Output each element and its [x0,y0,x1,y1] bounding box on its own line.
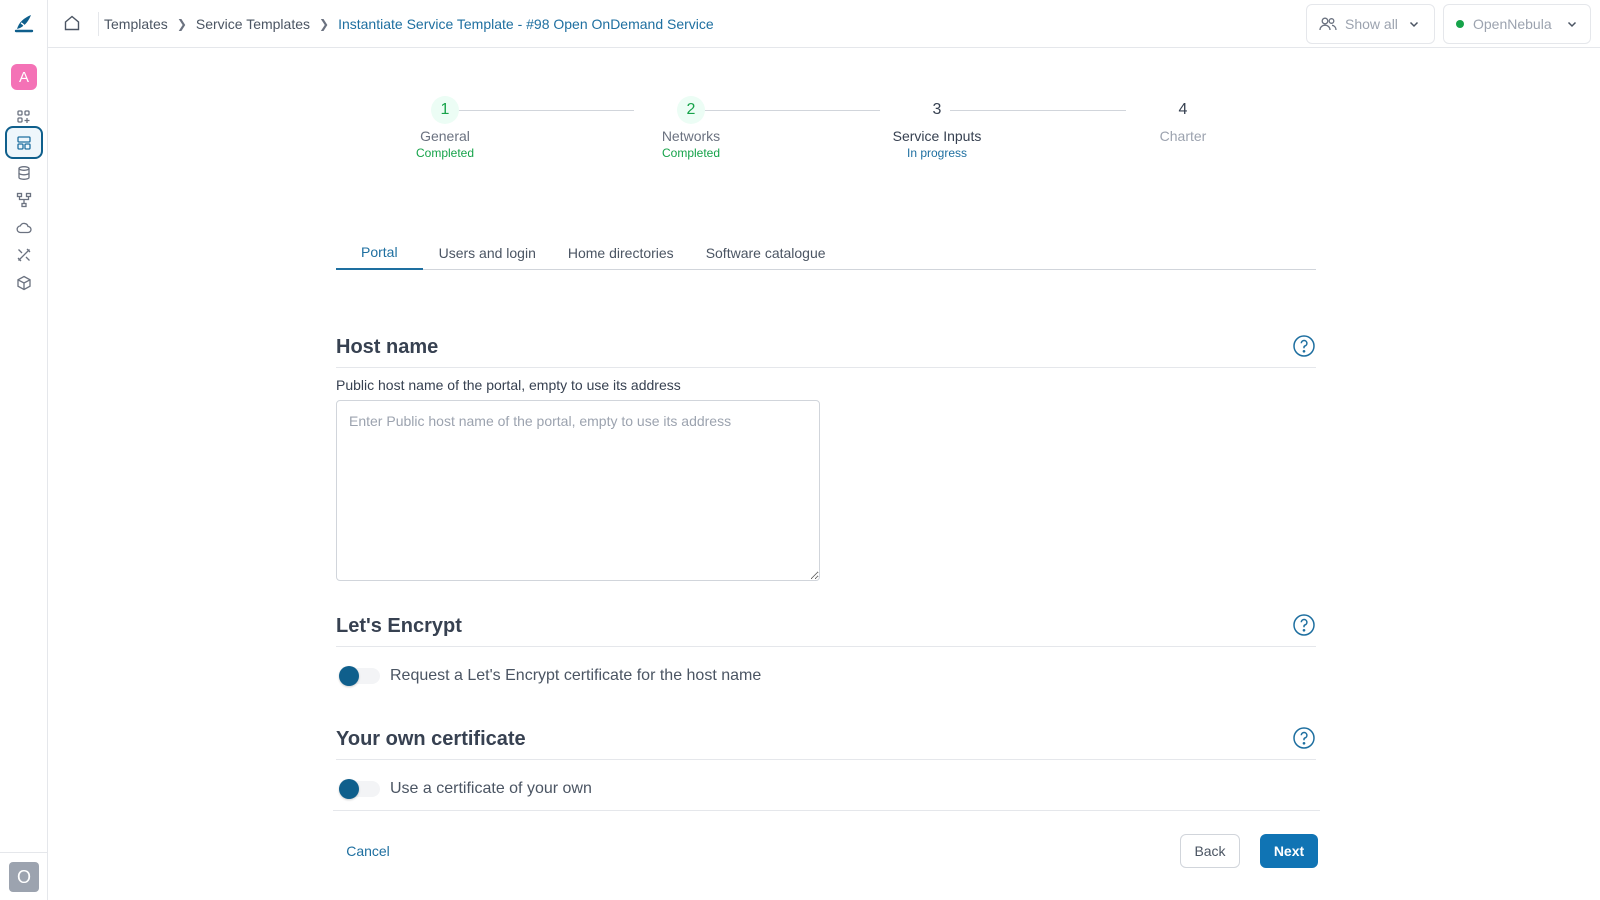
next-button[interactable]: Next [1260,834,1318,868]
step-service-inputs[interactable]: 3 Service Inputs In progress [867,96,1007,160]
step-charter[interactable]: 4 Charter [1113,96,1253,144]
footer-divider [333,810,1320,811]
cancel-button[interactable]: Cancel [336,834,400,868]
step-label: General [420,128,470,144]
top-bar: Templates ❯ Service Templates ❯ Instanti… [48,0,1600,48]
toggle-knob [339,779,359,799]
breadcrumb-current: Instantiate Service Template - #98 Open … [338,16,714,32]
lets-encrypt-toggle[interactable] [336,664,382,688]
cloud-icon[interactable] [13,217,35,239]
step-label: Charter [1159,128,1207,144]
section-title: Your own certificate [336,728,526,750]
sidebar: A O [0,0,48,900]
storage-icon[interactable] [13,162,35,184]
section-own-certificate: Your own certificate [336,726,1316,760]
tab-users-and-login[interactable]: Users and login [423,236,552,270]
back-button[interactable]: Back [1180,834,1240,868]
breadcrumb: Templates ❯ Service Templates ❯ Instanti… [104,0,714,48]
hostname-field-label: Public host name of the portal, empty to… [336,377,681,393]
tools-icon[interactable] [13,244,35,266]
zone-avatar[interactable]: O [9,862,39,892]
own-certificate-toggle[interactable] [336,777,382,801]
users-icon [1319,17,1337,31]
lets-encrypt-toggle-row: Request a Let's Encrypt certificate for … [336,662,761,690]
help-icon[interactable] [1292,726,1316,750]
step-label: Networks [661,128,721,144]
chevron-right-icon: ❯ [176,17,187,31]
chevron-right-icon: ❯ [319,17,330,31]
step-networks[interactable]: 2 Networks Completed [621,96,761,160]
section-host-name: Host name [336,334,1316,368]
group-filter-label: Show all [1345,16,1398,32]
breadcrumb-templates[interactable]: Templates [104,16,168,32]
home-icon[interactable] [63,14,81,32]
templates-icon[interactable] [5,126,43,159]
toggle-knob [339,666,359,686]
step-number: 4 [1178,101,1188,118]
section-title: Host name [336,336,439,358]
wizard-stepper: 1 General Completed 2 Networks Completed… [330,96,1290,176]
group-filter-dropdown[interactable]: Show all [1306,4,1435,44]
zone-dropdown[interactable]: OpenNebula [1443,4,1591,44]
service-input-tabs: Portal Users and login Home directories … [336,236,1316,270]
tab-home-directories[interactable]: Home directories [552,236,690,270]
help-icon[interactable] [1292,334,1316,358]
step-status: Completed [661,146,721,160]
lets-encrypt-toggle-label: Request a Let's Encrypt certificate for … [390,667,762,684]
step-label: Service Inputs [892,128,982,144]
section-lets-encrypt: Let's Encrypt [336,613,1316,647]
chevron-down-icon [1567,21,1576,28]
step-number: 1 [431,96,459,124]
breadcrumb-divider [98,12,99,36]
sidebar-divider [0,852,48,853]
step-status: Completed [415,146,475,160]
breadcrumb-service-templates[interactable]: Service Templates [196,16,310,32]
section-title: Let's Encrypt [336,615,462,637]
tab-portal[interactable]: Portal [336,236,423,270]
dashboard-icon[interactable] [13,106,35,128]
step-status: In progress [906,146,968,160]
own-certificate-toggle-label: Use a certificate of your own [390,780,592,797]
tab-software-catalogue[interactable]: Software catalogue [690,236,842,270]
hostname-textarea[interactable] [336,400,820,581]
system-icon[interactable] [13,272,35,294]
zone-label: OpenNebula [1473,16,1552,32]
user-avatar[interactable]: A [11,64,37,90]
network-icon[interactable] [13,189,35,211]
help-icon[interactable] [1292,613,1316,637]
step-general[interactable]: 1 General Completed [375,96,515,160]
zone-status-dot [1456,20,1464,28]
own-certificate-toggle-row: Use a certificate of your own [336,775,592,803]
chevron-down-icon [1409,21,1418,28]
opennebula-logo-icon[interactable] [13,12,35,34]
step-number: 2 [677,96,705,124]
step-number: 3 [932,101,942,118]
